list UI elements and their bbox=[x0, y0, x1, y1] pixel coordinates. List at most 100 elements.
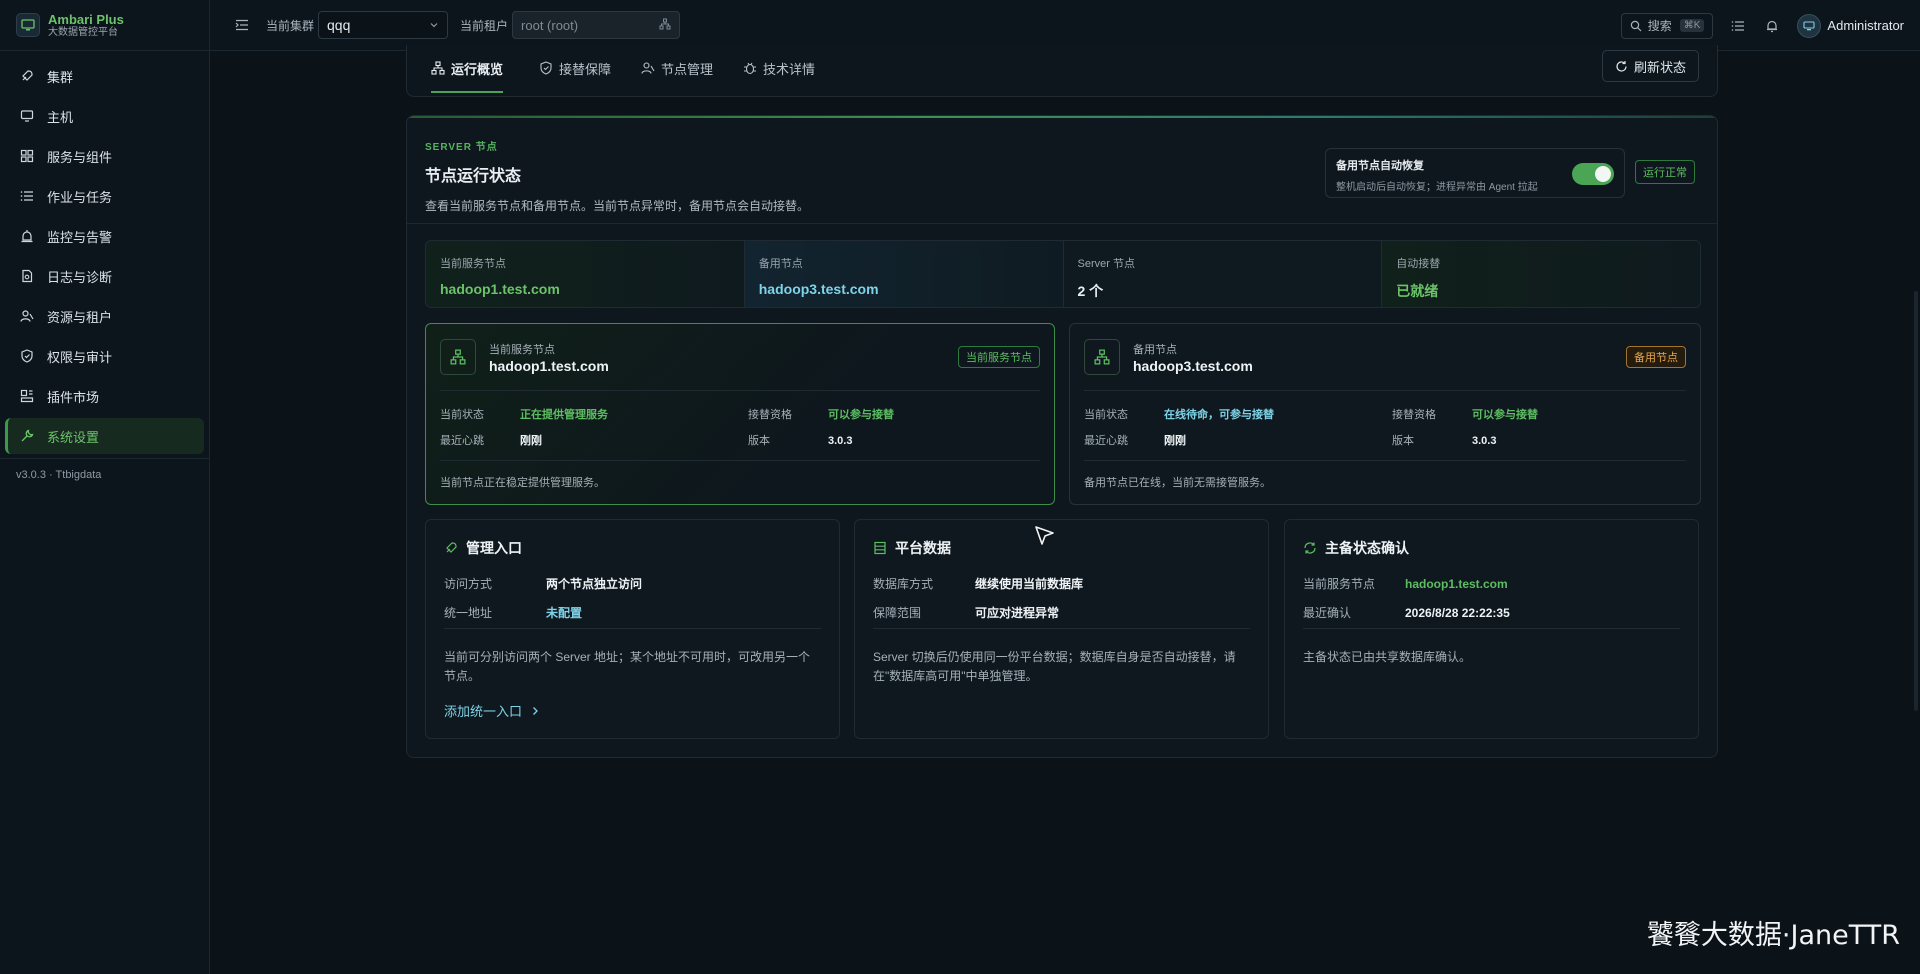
sidebar-item-monitoring[interactable]: 监控与告警 bbox=[5, 218, 204, 254]
sidebar-item-services[interactable]: 服务与组件 bbox=[5, 138, 204, 174]
kv-key: 版本 bbox=[1392, 435, 1414, 447]
cluster-label: 当前集群 bbox=[266, 18, 315, 33]
divider bbox=[407, 223, 1717, 224]
stat-value: hadoop1.test.com bbox=[440, 281, 560, 297]
shield-check-icon bbox=[539, 61, 553, 75]
tab-label: 运行概览 bbox=[451, 61, 504, 77]
divider bbox=[440, 460, 1040, 461]
rocket-icon bbox=[19, 68, 35, 84]
stat-auto-takeover: 自动接替 已就绪 bbox=[1382, 241, 1700, 307]
brand-subtitle: 大数据管控平台 bbox=[48, 26, 118, 38]
card-title: 平台数据 bbox=[895, 540, 951, 556]
add-unified-entry-link[interactable]: 添加统一入口 bbox=[444, 701, 540, 720]
tab-node-management[interactable]: 节点管理 bbox=[641, 45, 713, 91]
panel-eyebrow: SERVER 节点 bbox=[425, 142, 498, 153]
management-entry-card: 管理入口 访问方式 两个节点独立访问 统一地址 未配置 当前可分别访问两个 Serv… bbox=[425, 519, 840, 739]
sidebar-item-hosts[interactable]: 主机 bbox=[5, 98, 204, 134]
divider bbox=[440, 390, 1040, 391]
sidebar-item-label: 插件市场 bbox=[47, 389, 100, 405]
sidebar-item-cluster[interactable]: 集群 bbox=[5, 58, 204, 94]
divider bbox=[873, 628, 1250, 629]
sidebar-item-resources[interactable]: 资源与租户 bbox=[5, 298, 204, 334]
kv-key: 当前服务节点 bbox=[1303, 577, 1376, 591]
watermark: 饕餮大数据·JaneTTR bbox=[1646, 920, 1900, 951]
refresh-icon bbox=[1615, 60, 1628, 73]
panel-title: 节点运行状态 bbox=[425, 168, 522, 185]
main-content: 运行概览 接替保障 节点管理 技术详情 刷新状态 SERVER 节点 节点运行状… bbox=[210, 45, 1920, 974]
chevron-down-icon bbox=[429, 17, 439, 33]
tab-tech-details[interactable]: 技术详情 bbox=[743, 45, 815, 91]
node-note: 备用节点已在线，当前无需接管服务。 bbox=[1084, 477, 1271, 489]
rocket-icon bbox=[444, 541, 458, 555]
node-role: 备用节点 bbox=[1133, 344, 1177, 356]
sidebar-item-plugins[interactable]: 插件市场 bbox=[5, 378, 204, 414]
users-icon bbox=[19, 308, 35, 324]
ha-confirm-card: 主备状态确认 当前服务节点 hadoop1.test.com 最近确认 2026/8… bbox=[1284, 519, 1699, 739]
shield-icon bbox=[19, 348, 35, 364]
node-state-row: 当前状态 正在提供管理服务 bbox=[440, 406, 608, 422]
brand[interactable]: Ambari Plus 大数据管控平台 bbox=[0, 0, 209, 51]
node-version-row: 版本 3.0.3 bbox=[748, 432, 852, 448]
sidebar-item-permissions[interactable]: 权限与审计 bbox=[5, 338, 204, 374]
chevron-right-icon bbox=[530, 706, 540, 716]
auto-recover-desc: 整机启动后自动恢复；进程异常由 Agent 拉起 bbox=[1336, 182, 1538, 193]
kv-value: 可以参与接替 bbox=[1472, 409, 1538, 421]
stat-label: 自动接替 bbox=[1396, 258, 1441, 270]
task-list-icon[interactable] bbox=[1729, 17, 1747, 35]
avatar[interactable] bbox=[1797, 13, 1822, 38]
tab-takeover[interactable]: 接替保障 bbox=[539, 45, 611, 91]
address-row: 统一地址 未配置 bbox=[444, 604, 582, 621]
node-heartbeat-row: 最近心跳 刚刚 bbox=[440, 432, 542, 448]
sidebar-item-logs[interactable]: 日志与诊断 bbox=[5, 258, 204, 294]
alarm-icon bbox=[19, 228, 35, 244]
kv-key: 当前状态 bbox=[440, 409, 484, 421]
user-cog-icon bbox=[641, 61, 655, 75]
cluster-select-value: qqq bbox=[327, 17, 351, 33]
stat-current-node: 当前服务节点 hadoop1.test.com bbox=[426, 241, 745, 307]
kv-key: 当前状态 bbox=[1084, 409, 1128, 421]
link-label: 添加统一入口 bbox=[444, 704, 523, 719]
node-heartbeat-row: 最近心跳 刚刚 bbox=[1084, 432, 1186, 448]
sidebar: Ambari Plus 大数据管控平台 集群 主机 服务与组件 作业与任务 监控… bbox=[0, 0, 210, 974]
username[interactable]: Administrator bbox=[1827, 18, 1904, 33]
sidebar-item-jobs[interactable]: 作业与任务 bbox=[5, 178, 204, 214]
mouse-cursor-icon bbox=[1035, 526, 1054, 545]
cluster-select[interactable]: qqq bbox=[318, 11, 449, 39]
search-label: 搜索 bbox=[1647, 19, 1672, 33]
sidebar-item-label: 集群 bbox=[47, 69, 74, 85]
bell-icon[interactable] bbox=[1763, 17, 1781, 35]
kv-key: 最近确认 bbox=[1303, 606, 1352, 620]
stat-label: 备用节点 bbox=[758, 258, 803, 270]
kv-key: 最近心跳 bbox=[1084, 435, 1128, 447]
tenant-hierarchy-icon bbox=[659, 18, 671, 33]
topbar: 当前集群 qqq 当前租户 root (root) 搜索 ⌘K Administ… bbox=[210, 0, 1920, 51]
access-row: 访问方式 两个节点独立访问 bbox=[444, 575, 642, 592]
auto-recover-toggle[interactable] bbox=[1572, 163, 1614, 185]
tenant-field[interactable]: root (root) bbox=[512, 11, 681, 39]
kv-key: 版本 bbox=[748, 435, 770, 447]
sidebar-item-label: 系统设置 bbox=[47, 429, 100, 445]
plugin-icon bbox=[19, 388, 35, 404]
node-badge: 当前服务节点 bbox=[958, 346, 1040, 368]
card-note: Server 切换后仍使用同一份平台数据；数据库自身是否自动接替，请在"数据库高… bbox=[873, 650, 1236, 683]
stat-value: 2 个 bbox=[1077, 283, 1104, 299]
kv-value: 未配置 bbox=[546, 606, 583, 620]
refresh-button[interactable]: 刷新状态 bbox=[1601, 50, 1699, 82]
node-state-row: 当前状态 在线待命，可参与接替 bbox=[1084, 406, 1274, 422]
tab-label: 技术详情 bbox=[763, 61, 816, 77]
scrollbar[interactable] bbox=[1914, 291, 1918, 711]
sidebar-toggle-icon[interactable] bbox=[232, 15, 252, 35]
hierarchy-icon bbox=[431, 61, 445, 75]
sidebar-item-label: 服务与组件 bbox=[47, 149, 113, 165]
search-button[interactable]: 搜索 ⌘K bbox=[1620, 12, 1714, 39]
node-role: 当前服务节点 bbox=[489, 344, 555, 356]
sidebar-item-label: 资源与租户 bbox=[47, 309, 113, 325]
tab-overview[interactable]: 运行概览 bbox=[431, 45, 504, 93]
node-note: 当前节点正在稳定提供管理服务。 bbox=[440, 477, 605, 489]
kv-value: 刚刚 bbox=[1164, 435, 1186, 447]
db-row: 数据库方式 继续使用当前数据库 bbox=[873, 575, 1083, 592]
server-node-panel: SERVER 节点 节点运行状态 查看当前服务节点和备用节点。当前节点异常时，备… bbox=[406, 115, 1718, 758]
sidebar-item-settings[interactable]: 系统设置 bbox=[5, 418, 204, 454]
kv-value: hadoop1.test.com bbox=[1405, 577, 1508, 591]
card-title: 主备状态确认 bbox=[1325, 540, 1409, 556]
